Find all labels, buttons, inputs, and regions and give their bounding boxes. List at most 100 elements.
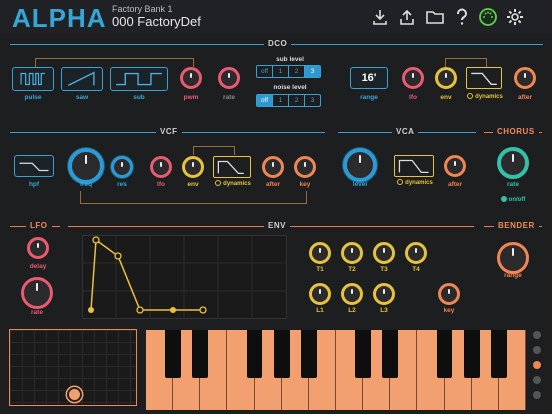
env-l2-knob[interactable]: [341, 283, 363, 305]
env-key-knob[interactable]: [438, 283, 460, 305]
vcf-env-label: env: [187, 181, 199, 188]
vcf-res-label: res: [117, 181, 127, 188]
lfo-rate-knob[interactable]: [21, 277, 53, 309]
vca-level-label: level: [352, 181, 368, 188]
pulse-wave-icon: [20, 72, 45, 86]
octave-dot[interactable]: [533, 376, 541, 384]
vcf-key-label: key: [299, 181, 311, 188]
vcf-after-knob[interactable]: [262, 156, 284, 178]
vca-env-button[interactable]: [394, 155, 434, 177]
upload-icon[interactable]: [398, 8, 416, 26]
black-key[interactable]: [436, 330, 453, 378]
dco-env-polarity-button[interactable]: [466, 67, 502, 89]
envelope-point[interactable]: [114, 252, 122, 260]
env-shape-icon: [471, 72, 497, 86]
noise-level-title: noise level: [273, 84, 307, 91]
sub-wave-button[interactable]: [110, 67, 168, 91]
vca-level-knob[interactable]: [343, 148, 377, 182]
download-icon[interactable]: [371, 8, 389, 26]
vcf-key-knob[interactable]: [294, 156, 316, 178]
env-t2-label: T2: [348, 266, 356, 273]
vcf-env-knob[interactable]: [182, 156, 204, 178]
env-title: ENV: [264, 221, 290, 230]
envelope-point[interactable]: [199, 306, 207, 314]
dco-env-label: env: [440, 94, 452, 101]
bank-name[interactable]: Factory Bank 1: [112, 4, 173, 14]
black-key[interactable]: [355, 330, 371, 378]
dco-dynamics-label: dynamics: [475, 94, 503, 100]
keyboard[interactable]: [146, 330, 526, 410]
vcf-env-polarity-button[interactable]: [213, 156, 251, 178]
env-t2-knob[interactable]: [341, 242, 363, 264]
saw-label: saw: [75, 94, 89, 101]
env-l3-knob[interactable]: [373, 283, 395, 305]
pulse-wave-button[interactable]: [12, 67, 54, 91]
noise-level-1[interactable]: 1: [273, 95, 289, 106]
octave-dot[interactable]: [533, 346, 541, 354]
env-t1-knob[interactable]: [309, 242, 331, 264]
dco-env-connector: [445, 58, 487, 67]
noise-level-2[interactable]: 2: [289, 95, 305, 106]
sub-level-2[interactable]: 2: [289, 66, 305, 77]
vcf-dynamics-dot: [215, 180, 222, 186]
black-key[interactable]: [165, 330, 181, 378]
dco-env-knob[interactable]: [435, 67, 457, 89]
vca-dynamics-toggle[interactable]: dynamics: [392, 179, 438, 186]
dco-lfo-knob[interactable]: [402, 67, 424, 89]
black-key[interactable]: [382, 330, 399, 378]
envelope-point[interactable]: [170, 307, 176, 313]
vcf-dynamics-toggle[interactable]: dynamics: [210, 180, 256, 187]
env-l1-knob[interactable]: [309, 283, 331, 305]
sub-level-selector[interactable]: off 1 2 3: [256, 65, 321, 78]
vca-after-knob[interactable]: [444, 155, 466, 177]
settings-icon[interactable]: [506, 8, 524, 26]
black-key[interactable]: [490, 330, 507, 378]
vcf-freq-knob[interactable]: [68, 148, 104, 184]
pwm-rate-knob[interactable]: [218, 67, 240, 89]
sub-level-title: sub level: [276, 56, 304, 63]
vcf-lfo-label: lfo: [157, 181, 165, 188]
folder-icon[interactable]: [425, 8, 445, 26]
midi-icon[interactable]: [478, 7, 498, 27]
dco-dynamics-toggle[interactable]: dynamics: [462, 93, 508, 100]
octave-dot-active[interactable]: [533, 361, 541, 369]
env-l3-label: L3: [380, 307, 388, 314]
pwm-knob[interactable]: [180, 67, 202, 89]
vcf-lfo-knob[interactable]: [150, 156, 172, 178]
black-key[interactable]: [246, 330, 263, 378]
black-key[interactable]: [300, 330, 317, 378]
sub-level-1[interactable]: 1: [273, 66, 289, 77]
noise-level-3[interactable]: 3: [305, 95, 320, 106]
bender-range-knob[interactable]: [497, 242, 529, 274]
env-t3-knob[interactable]: [373, 242, 395, 264]
black-key[interactable]: [273, 330, 290, 378]
xy-pad[interactable]: [9, 329, 137, 406]
envelope-point[interactable]: [92, 236, 100, 244]
xy-pad-handle[interactable]: [67, 387, 82, 402]
dco-after-knob[interactable]: [514, 67, 536, 89]
black-key[interactable]: [192, 330, 209, 378]
chorus-onoff-toggle[interactable]: on/off: [492, 196, 534, 203]
help-icon[interactable]: [453, 8, 471, 26]
bender-title: BENDER: [494, 221, 539, 230]
black-key[interactable]: [463, 330, 480, 378]
noise-level-off[interactable]: off: [257, 95, 273, 106]
range-button[interactable]: 16': [350, 67, 388, 89]
vcf-res-knob[interactable]: [111, 156, 133, 178]
envelope-point[interactable]: [88, 307, 94, 313]
preset-name[interactable]: 000 FactoryDef: [112, 14, 201, 29]
noise-level-selector[interactable]: off 1 2 3: [256, 94, 321, 107]
saw-wave-button[interactable]: [61, 67, 103, 91]
octave-dot[interactable]: [533, 331, 541, 339]
sub-level-off[interactable]: off: [257, 66, 273, 77]
envelope-point[interactable]: [136, 306, 144, 314]
lfo-delay-knob[interactable]: [27, 237, 49, 259]
chorus-rate-knob[interactable]: [497, 147, 529, 179]
envelope-graph[interactable]: [82, 235, 287, 319]
chorus-onoff-label: on/off: [508, 197, 526, 203]
octave-dot[interactable]: [533, 391, 541, 399]
sub-level-3[interactable]: 3: [305, 66, 320, 77]
env-t4-knob[interactable]: [405, 242, 427, 264]
pwm-label: pwm: [183, 94, 199, 101]
hpf-button[interactable]: [14, 155, 54, 177]
